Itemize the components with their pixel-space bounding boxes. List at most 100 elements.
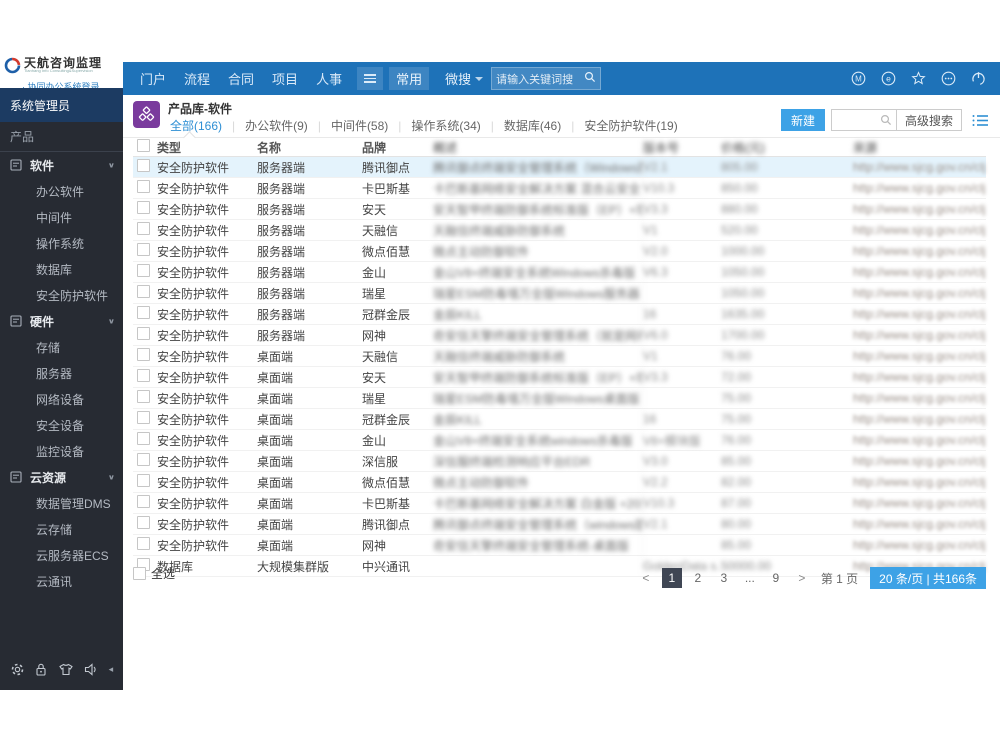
tab[interactable]: 全部(166) [168, 117, 224, 134]
sidebar-item[interactable]: 服务器 [0, 360, 123, 386]
sidebar-item[interactable]: 监控设备 [0, 438, 123, 464]
table-cell: 16 [643, 412, 657, 426]
sidebar-item[interactable]: 云存储 [0, 516, 123, 542]
table-cell: 奇安信天擎终端安全管理系统（就是网神） [433, 325, 643, 345]
topnav-item[interactable]: 流程 [184, 69, 210, 88]
table-row[interactable]: 安全防护软件 服务器端 安天 安天智甲终端防御系统标准版（EP）+增强模块V3.3 88… [133, 199, 986, 220]
row-checkbox[interactable] [137, 306, 150, 319]
table-row[interactable]: 安全防护软件 桌面端 卡巴斯基 卡巴斯基网络安全解决方案 白金版 +20授权 V10.3… [133, 493, 986, 514]
row-checkbox[interactable] [137, 390, 150, 403]
row-checkbox[interactable] [137, 243, 150, 256]
row-checkbox[interactable] [137, 327, 150, 340]
power-icon[interactable] [971, 71, 986, 86]
table-row[interactable]: 安全防护软件 桌面端 瑞星 瑞星ESM防毒墙万全版Windows桌面版 75.00 htt… [133, 388, 986, 409]
row-checkbox[interactable] [137, 348, 150, 361]
table-row[interactable]: 安全防护软件 桌面端 天融信 天融信终端威胁防御系统 V1 76.00 http://www… [133, 346, 986, 367]
row-checkbox[interactable] [137, 432, 150, 445]
page-number-button[interactable]: 9 [766, 568, 786, 588]
tab[interactable]: 办公软件(9) [243, 117, 310, 134]
select-all-checkbox[interactable] [133, 567, 146, 580]
table-row[interactable]: 安全防护软件 桌面端 腾讯御点 腾讯御点终端安全管理系统（windows版）V2.1V… [133, 514, 986, 535]
topnav-item[interactable]: 项目 [272, 69, 298, 88]
search-scope-dropdown[interactable]: 微搜 [445, 69, 484, 88]
row-checkbox[interactable] [137, 285, 150, 298]
table-cell: http://www.sjcg.gov.cn/cljg/ [853, 160, 986, 174]
collapse-arrow-icon[interactable]: ◂ [109, 664, 114, 675]
tab[interactable]: 操作系统(34) [409, 117, 482, 134]
row-checkbox[interactable] [137, 495, 150, 508]
sidebar-group[interactable]: 软件 ∨ [0, 152, 123, 178]
row-checkbox[interactable] [137, 453, 150, 466]
sidebar-item[interactable]: 数据库 [0, 256, 123, 282]
row-checkbox[interactable] [137, 537, 150, 550]
topnav-item[interactable]: 人事 [316, 69, 342, 88]
table-row[interactable]: 安全防护软件 服务器端 卡巴斯基 卡巴斯基网络安全解决方案 混合云安全 日常维护V10… [133, 178, 986, 199]
settings-gear-icon[interactable] [10, 662, 25, 677]
row-checkbox[interactable] [137, 159, 150, 172]
tab[interactable]: 安全防护软件(19) [582, 117, 679, 134]
table-row[interactable]: 安全防护软件 服务器端 腾讯御点 腾讯御点终端安全管理系统（Windows版） V2.1… [133, 157, 986, 178]
sidebar-item[interactable]: 云通讯 [0, 568, 123, 594]
table-row[interactable]: 安全防护软件 桌面端 网神 奇安信天擎终端安全管理系统-桌面版 85.00 http://… [133, 535, 986, 556]
table-row[interactable]: 安全防护软件 桌面端 冠群金辰 金辰KILL 16 75.00 http://www.sjc… [133, 409, 986, 430]
row-checkbox[interactable] [137, 264, 150, 277]
row-checkbox[interactable] [137, 222, 150, 235]
apps-menu-button[interactable] [357, 67, 384, 90]
search-icon[interactable] [584, 70, 596, 88]
row-checkbox[interactable] [137, 411, 150, 424]
page-number-button[interactable]: 3 [714, 568, 734, 588]
sound-speaker-icon[interactable] [84, 662, 99, 677]
column-header: 类型 [157, 140, 182, 155]
create-button[interactable]: 新建 [780, 109, 825, 131]
table-search-input[interactable] [830, 109, 896, 131]
page-number-button[interactable]: 2 [688, 568, 708, 588]
sidebar-group[interactable]: 云资源 ∨ [0, 464, 123, 490]
table-row[interactable]: 安全防护软件 桌面端 安天 安天智甲终端防御系统标准版（EP）+增强 V3.3 72.00… [133, 367, 986, 388]
table-row[interactable]: 安全防护软件 服务器端 瑞星 瑞星ESM防毒墙万全版Windows服务器 1050.00… [133, 283, 986, 304]
sidebar-item[interactable]: 数据管理DMS [0, 490, 123, 516]
table-row[interactable]: 安全防护软件 服务器端 网神 奇安信天擎终端安全管理系统（就是网神） V6.0 1700.… [133, 325, 986, 346]
table-row[interactable]: 安全防护软件 桌面端 深信服 深信服终端检测响应平台EDR V3.0 85.00 http:… [133, 451, 986, 472]
table-row[interactable]: 安全防护软件 服务器端 冠群金辰 金辰KILL 16 1635.00 http://www.… [133, 304, 986, 325]
table-row[interactable]: 安全防护软件 服务器端 金山 金山V8+终端安全系统Windows杀毒版 V6.3 105… [133, 262, 986, 283]
more-icon[interactable] [941, 71, 956, 86]
table-row[interactable]: 安全防护软件 桌面端 金山 金山V8+终端安全系统windows杀毒版 V8+模块版 76… [133, 430, 986, 451]
sidebar-item[interactable]: 安全设备 [0, 412, 123, 438]
row-checkbox[interactable] [137, 180, 150, 193]
topnav-item[interactable]: 门户 [140, 69, 166, 88]
page-size-summary[interactable]: 20 条/页 | 共166条 [870, 567, 986, 589]
sidebar-item[interactable]: 办公软件 [0, 178, 123, 204]
row-checkbox[interactable] [137, 201, 150, 214]
list-view-icon[interactable] [972, 114, 988, 127]
advanced-search-button[interactable]: 高级搜索 [895, 109, 962, 131]
tab[interactable]: 中间件(58) [329, 117, 390, 134]
message-icon[interactable]: e [881, 71, 896, 86]
row-checkbox[interactable] [137, 516, 150, 529]
theme-shirt-icon[interactable] [58, 662, 74, 677]
global-search-input[interactable]: 请输入关键词搜 [491, 67, 602, 90]
prev-page-button[interactable]: < [636, 568, 656, 588]
star-icon[interactable] [911, 71, 926, 86]
sidebar-item[interactable]: 网络设备 [0, 386, 123, 412]
table-row[interactable]: 安全防护软件 桌面端 微点佰慧 微点主动防御软件 V2.2 82.00 http://www… [133, 472, 986, 493]
topnav-item[interactable]: 合同 [228, 69, 254, 88]
header-checkbox[interactable] [137, 139, 150, 152]
tab[interactable]: 数据库(46) [502, 117, 563, 134]
sidebar-category-product[interactable]: 产品 [0, 122, 123, 152]
next-page-button[interactable]: > [792, 568, 812, 588]
row-checkbox[interactable] [137, 369, 150, 382]
sidebar-group[interactable]: 硬件 ∨ [0, 308, 123, 334]
row-checkbox[interactable] [137, 474, 150, 487]
table-row[interactable]: 安全防护软件 服务器端 微点佰慧 微点主动防御软件 V2.0 1000.00 http://… [133, 241, 986, 262]
page-number-button[interactable]: 1 [661, 568, 682, 588]
lock-icon[interactable] [34, 662, 48, 677]
sidebar-item[interactable]: 存储 [0, 334, 123, 360]
quick-access-button[interactable]: 常用 [389, 67, 430, 90]
sidebar-item[interactable]: 中间件 [0, 204, 123, 230]
sidebar-item[interactable]: 操作系统 [0, 230, 123, 256]
m-badge-icon[interactable]: M [851, 71, 866, 86]
sidebar-item[interactable]: 云服务器ECS [0, 542, 123, 568]
sidebar-item[interactable]: 安全防护软件 [0, 282, 123, 308]
table-row[interactable]: 安全防护软件 服务器端 天融信 天融信终端威胁防御系统 V1 520.00 http://w… [133, 220, 986, 241]
page-jump-label: 第 1 页 [820, 571, 859, 586]
